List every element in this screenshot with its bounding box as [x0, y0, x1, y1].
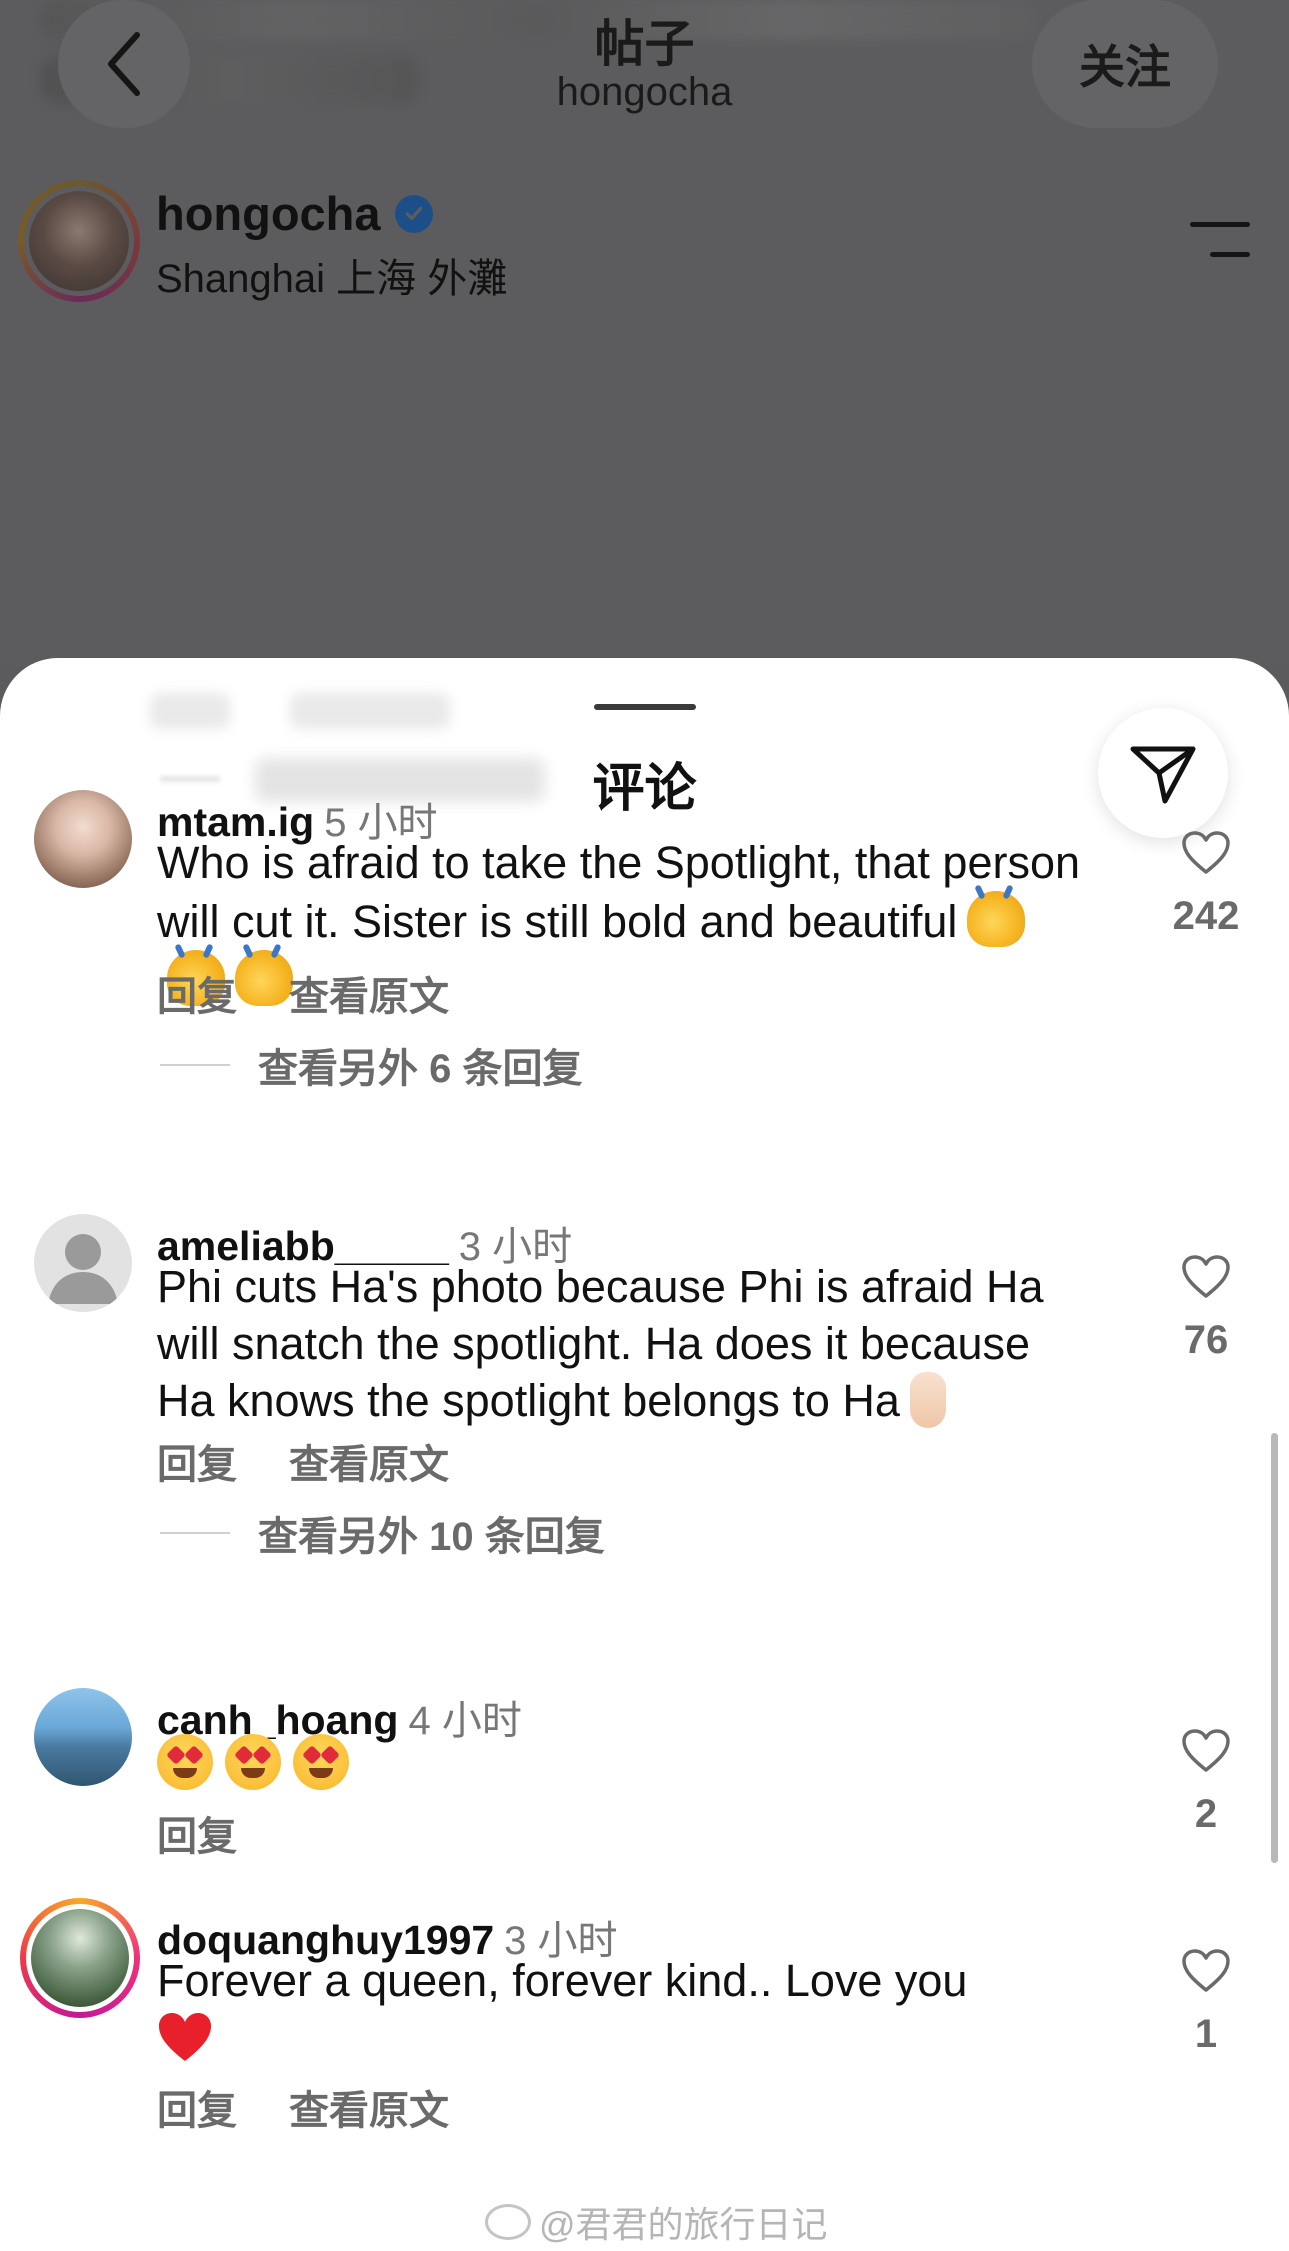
verified-badge-icon [394, 194, 433, 233]
like-button[interactable]: 2 [1168, 1728, 1244, 1837]
view-replies-label[interactable]: 查看另外 10 条回复 [258, 1504, 605, 1562]
comment-text: Forever a queen, forever kind.. Love you [157, 1952, 1087, 2066]
red-heart-emoji [159, 2013, 211, 2061]
watermark: @君君的旅行日记 [485, 2196, 828, 2248]
comments-sheet: 评论 mtam.ig 5 小时 Who is afraid to take th… [0, 658, 1289, 2251]
heart-outline-icon [1182, 1729, 1230, 1772]
like-count: 242 [1172, 894, 1240, 938]
post-location[interactable]: Shanghai 上海 外灘 [156, 246, 507, 304]
avatar[interactable] [20, 1898, 140, 2018]
reply-button[interactable]: 回复 [157, 1432, 237, 1490]
sheet-grabber[interactable] [594, 704, 696, 710]
like-button[interactable]: 1 [1168, 1948, 1244, 2057]
see-original-button[interactable]: 查看原文 [289, 964, 449, 1022]
weibo-logo-icon [485, 2204, 531, 2240]
comment-text: Phi cuts Ha's photo because Phi is afrai… [157, 1261, 1044, 1428]
avatar[interactable] [34, 1214, 132, 1312]
watermark-text: @君君的旅行日记 [539, 2204, 828, 2245]
reply-button[interactable]: 回复 [157, 2078, 237, 2136]
scrollbar[interactable] [1271, 1433, 1278, 1863]
see-original-button[interactable]: 查看原文 [289, 1432, 449, 1490]
view-replies-button[interactable]: 查看另外 6 条回复 [160, 1036, 582, 1094]
clapping-hands-emoji [967, 891, 1026, 947]
heart-eyes-emoji [225, 1734, 281, 1790]
view-replies-button[interactable]: 查看另外 10 条回复 [160, 1504, 605, 1562]
like-count: 2 [1194, 1792, 1218, 1836]
avatar[interactable] [34, 1688, 132, 1786]
author-avatar[interactable] [18, 180, 140, 302]
send-icon [1130, 746, 1196, 804]
post-background: 帖子 hongocha 关注 hongocha Shanghai 上海 外灘 [0, 0, 1289, 665]
default-avatar-icon [48, 1234, 118, 1304]
like-button[interactable]: 76 [1168, 1254, 1244, 1363]
share-button[interactable] [1098, 708, 1228, 838]
heart-outline-icon [1182, 831, 1230, 874]
blurred-underlying-text [290, 693, 450, 729]
heart-eyes-emoji [157, 1734, 213, 1790]
heart-outline-icon [1182, 1949, 1230, 1992]
comment-text [157, 1734, 1087, 1795]
heart-eyes-emoji [293, 1734, 349, 1790]
like-button[interactable]: 242 [1168, 830, 1244, 939]
like-count: 1 [1194, 2012, 1218, 2056]
follow-button[interactable]: 关注 [1032, 0, 1218, 128]
author-username[interactable]: hongocha [156, 186, 381, 241]
author-name[interactable]: hongocha [156, 186, 433, 241]
see-original-button[interactable]: 查看原文 [289, 2078, 449, 2136]
like-count: 76 [1183, 1318, 1229, 1362]
reply-button[interactable]: 回复 [157, 1804, 237, 1862]
view-replies-label[interactable]: 查看另外 6 条回复 [258, 1036, 582, 1094]
avatar[interactable] [34, 790, 132, 888]
menu-icon[interactable] [1190, 220, 1254, 260]
crossed-fingers-emoji [909, 1372, 946, 1428]
heart-outline-icon [1182, 1255, 1230, 1298]
blurred-underlying-text [150, 693, 230, 729]
reply-button[interactable]: 回复 [157, 964, 237, 1022]
